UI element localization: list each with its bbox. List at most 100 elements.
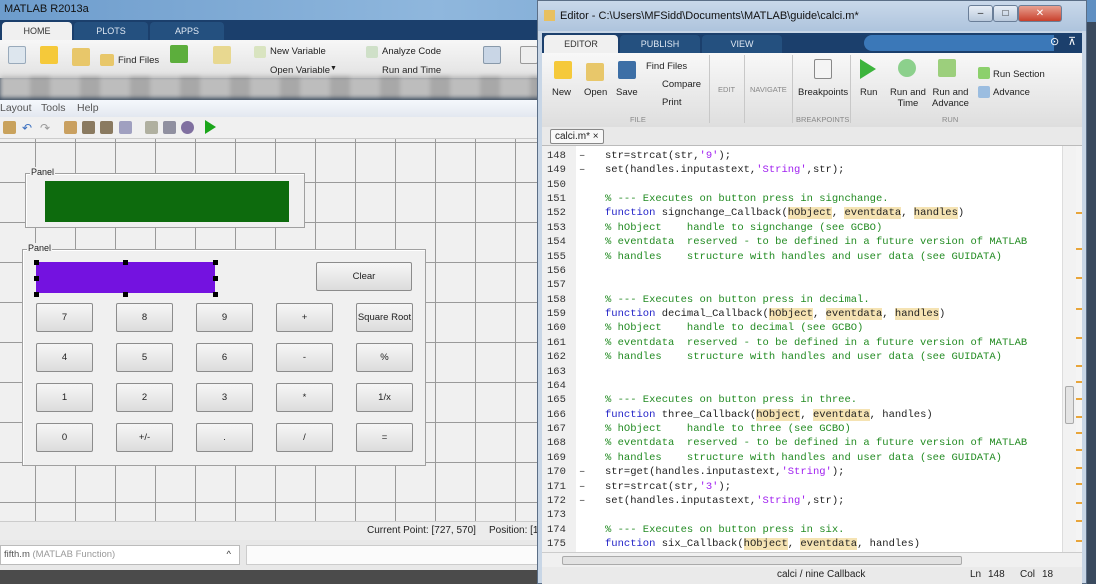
executable-line-marker[interactable]: – — [579, 149, 585, 163]
resize-handle[interactable] — [34, 260, 39, 265]
tab-editor[interactable]: EDITOR — [544, 35, 618, 53]
warning-mark[interactable] — [1076, 448, 1082, 451]
tab-order-icon[interactable] — [100, 121, 113, 134]
run-and-advance-button[interactable]: Run and Advance — [932, 87, 969, 109]
toolbar-editor-icon[interactable] — [119, 121, 132, 134]
key-button[interactable]: 9 — [196, 303, 253, 332]
chevron-up-icon[interactable]: ^ — [227, 546, 231, 564]
executable-line-marker[interactable]: – — [579, 480, 585, 494]
warning-mark[interactable] — [1076, 381, 1082, 384]
input-text-box-selected[interactable] — [36, 262, 215, 293]
warning-mark[interactable] — [1076, 365, 1082, 367]
preferences-icon[interactable] — [520, 46, 538, 64]
key-button[interactable]: % — [356, 343, 413, 372]
guide-layout-canvas[interactable]: Panel Panel Clear 7 8 9 + Square Root 4 5 6-% 1 2… — [0, 139, 540, 521]
object-browser-icon[interactable] — [181, 121, 194, 134]
resize-handle[interactable] — [213, 292, 218, 297]
key-button[interactable]: 1/x — [356, 383, 413, 412]
tab-view[interactable]: VIEW — [702, 35, 782, 53]
advance-button[interactable]: Advance — [993, 87, 1030, 98]
open-button[interactable]: Open — [584, 87, 607, 98]
key-button[interactable]: 3 — [196, 383, 253, 412]
executable-line-marker[interactable]: – — [579, 494, 585, 508]
executable-line-marker[interactable]: – — [579, 465, 585, 479]
key-button[interactable]: . — [196, 423, 253, 452]
redo-icon[interactable]: ↷ — [40, 121, 51, 135]
align-icon[interactable] — [64, 121, 77, 134]
key-button[interactable]: 0 — [36, 423, 93, 452]
find-files-button[interactable]: Find Files — [646, 61, 687, 72]
new-icon[interactable] — [40, 46, 58, 64]
resize-handle[interactable] — [123, 292, 128, 297]
key-button[interactable]: +/- — [116, 423, 173, 452]
menu-editor-icon[interactable] — [82, 121, 95, 134]
open-folder-icon[interactable] — [72, 48, 90, 66]
minimize-button[interactable]: – — [968, 5, 993, 22]
display-panel[interactable]: Panel — [25, 167, 305, 228]
find-files-button[interactable]: Find Files — [118, 55, 159, 66]
warning-mark[interactable] — [1076, 432, 1082, 435]
resize-handle[interactable] — [213, 276, 218, 281]
import-data-icon[interactable] — [170, 45, 188, 63]
menu-layout[interactable]: Layout — [0, 102, 32, 114]
edit-button[interactable]: EDIT — [718, 85, 735, 94]
save-workspace-icon[interactable] — [213, 46, 231, 64]
warning-mark[interactable] — [1076, 277, 1082, 280]
print-button[interactable]: Print — [662, 97, 682, 108]
key-button[interactable]: / — [276, 423, 333, 452]
expand-icon[interactable]: ⊙ — [1050, 35, 1059, 48]
warning-mark[interactable] — [1076, 416, 1082, 419]
scroll-thumb[interactable] — [562, 556, 962, 565]
horizontal-scrollbar[interactable] — [542, 552, 1082, 567]
editor-icon[interactable] — [145, 121, 158, 134]
vertical-scrollbar[interactable] — [1062, 146, 1076, 552]
tab-plots[interactable]: PLOTS — [74, 22, 148, 40]
save-button[interactable]: Save — [616, 87, 638, 98]
run-and-time-button[interactable]: Run and Time — [382, 65, 441, 76]
breakpoints-button[interactable]: Breakpoints — [798, 87, 848, 98]
warning-mark[interactable] — [1076, 337, 1082, 340]
doc-tab-calci[interactable]: calci.m* × — [550, 129, 604, 144]
key-button[interactable]: = — [356, 423, 413, 452]
chevron-down-icon[interactable]: ▼ — [330, 65, 337, 72]
open-variable-button[interactable]: Open Variable — [270, 65, 330, 76]
display-text-box[interactable] — [45, 181, 289, 222]
resize-handle[interactable] — [123, 260, 128, 265]
resize-handle[interactable] — [213, 260, 218, 265]
menu-tools[interactable]: Tools — [41, 102, 66, 114]
key-button[interactable]: * — [276, 383, 333, 412]
layout-icon[interactable] — [483, 46, 501, 64]
keypad-panel[interactable]: Panel Clear 7 8 9 + Square Root 4 5 6-% 1 2 3 * 1/x 0… — [22, 243, 426, 466]
key-button[interactable]: 8 — [116, 303, 173, 332]
run-section-button[interactable]: Run Section — [993, 69, 1045, 80]
clear-button[interactable]: Clear — [316, 262, 412, 291]
warning-mark[interactable] — [1076, 501, 1082, 504]
resize-handle[interactable] — [34, 292, 39, 297]
key-button[interactable]: 7 — [36, 303, 93, 332]
paste-icon[interactable] — [3, 121, 16, 134]
warning-mark[interactable] — [1076, 397, 1082, 400]
property-inspector-icon[interactable] — [163, 121, 176, 134]
key-button[interactable]: 4 — [36, 343, 93, 372]
code-editor[interactable]: 148– str=strcat(str,'9'); 149– set(handles.… — [542, 146, 1082, 552]
menu-help[interactable]: Help — [77, 102, 99, 114]
key-button[interactable]: + — [276, 303, 333, 332]
current-file-dropdown[interactable]: fifth.m (MATLAB Function) ^ — [0, 545, 240, 565]
warning-mark[interactable] — [1076, 308, 1082, 311]
maximize-button[interactable]: □ — [993, 5, 1018, 22]
compare-button[interactable]: Compare — [662, 79, 701, 90]
resize-handle[interactable] — [34, 276, 39, 281]
close-tab-icon[interactable]: × — [593, 131, 599, 142]
code-analyzer-marks[interactable] — [1076, 146, 1082, 552]
collapse-ribbon-icon[interactable]: ⊼ — [1068, 35, 1076, 48]
new-button[interactable]: New — [552, 87, 571, 98]
warning-mark[interactable] — [1076, 211, 1082, 214]
executable-line-marker[interactable]: – — [579, 163, 585, 177]
new-script-icon[interactable] — [8, 46, 26, 64]
undo-icon[interactable]: ↶ — [22, 121, 33, 135]
key-button[interactable]: - — [276, 343, 333, 372]
run-and-time-button[interactable]: Run and Time — [890, 87, 926, 109]
navigate-button[interactable]: NAVIGATE — [750, 85, 787, 94]
analyze-code-button[interactable]: Analyze Code — [382, 46, 441, 57]
key-button[interactable]: 5 — [116, 343, 173, 372]
